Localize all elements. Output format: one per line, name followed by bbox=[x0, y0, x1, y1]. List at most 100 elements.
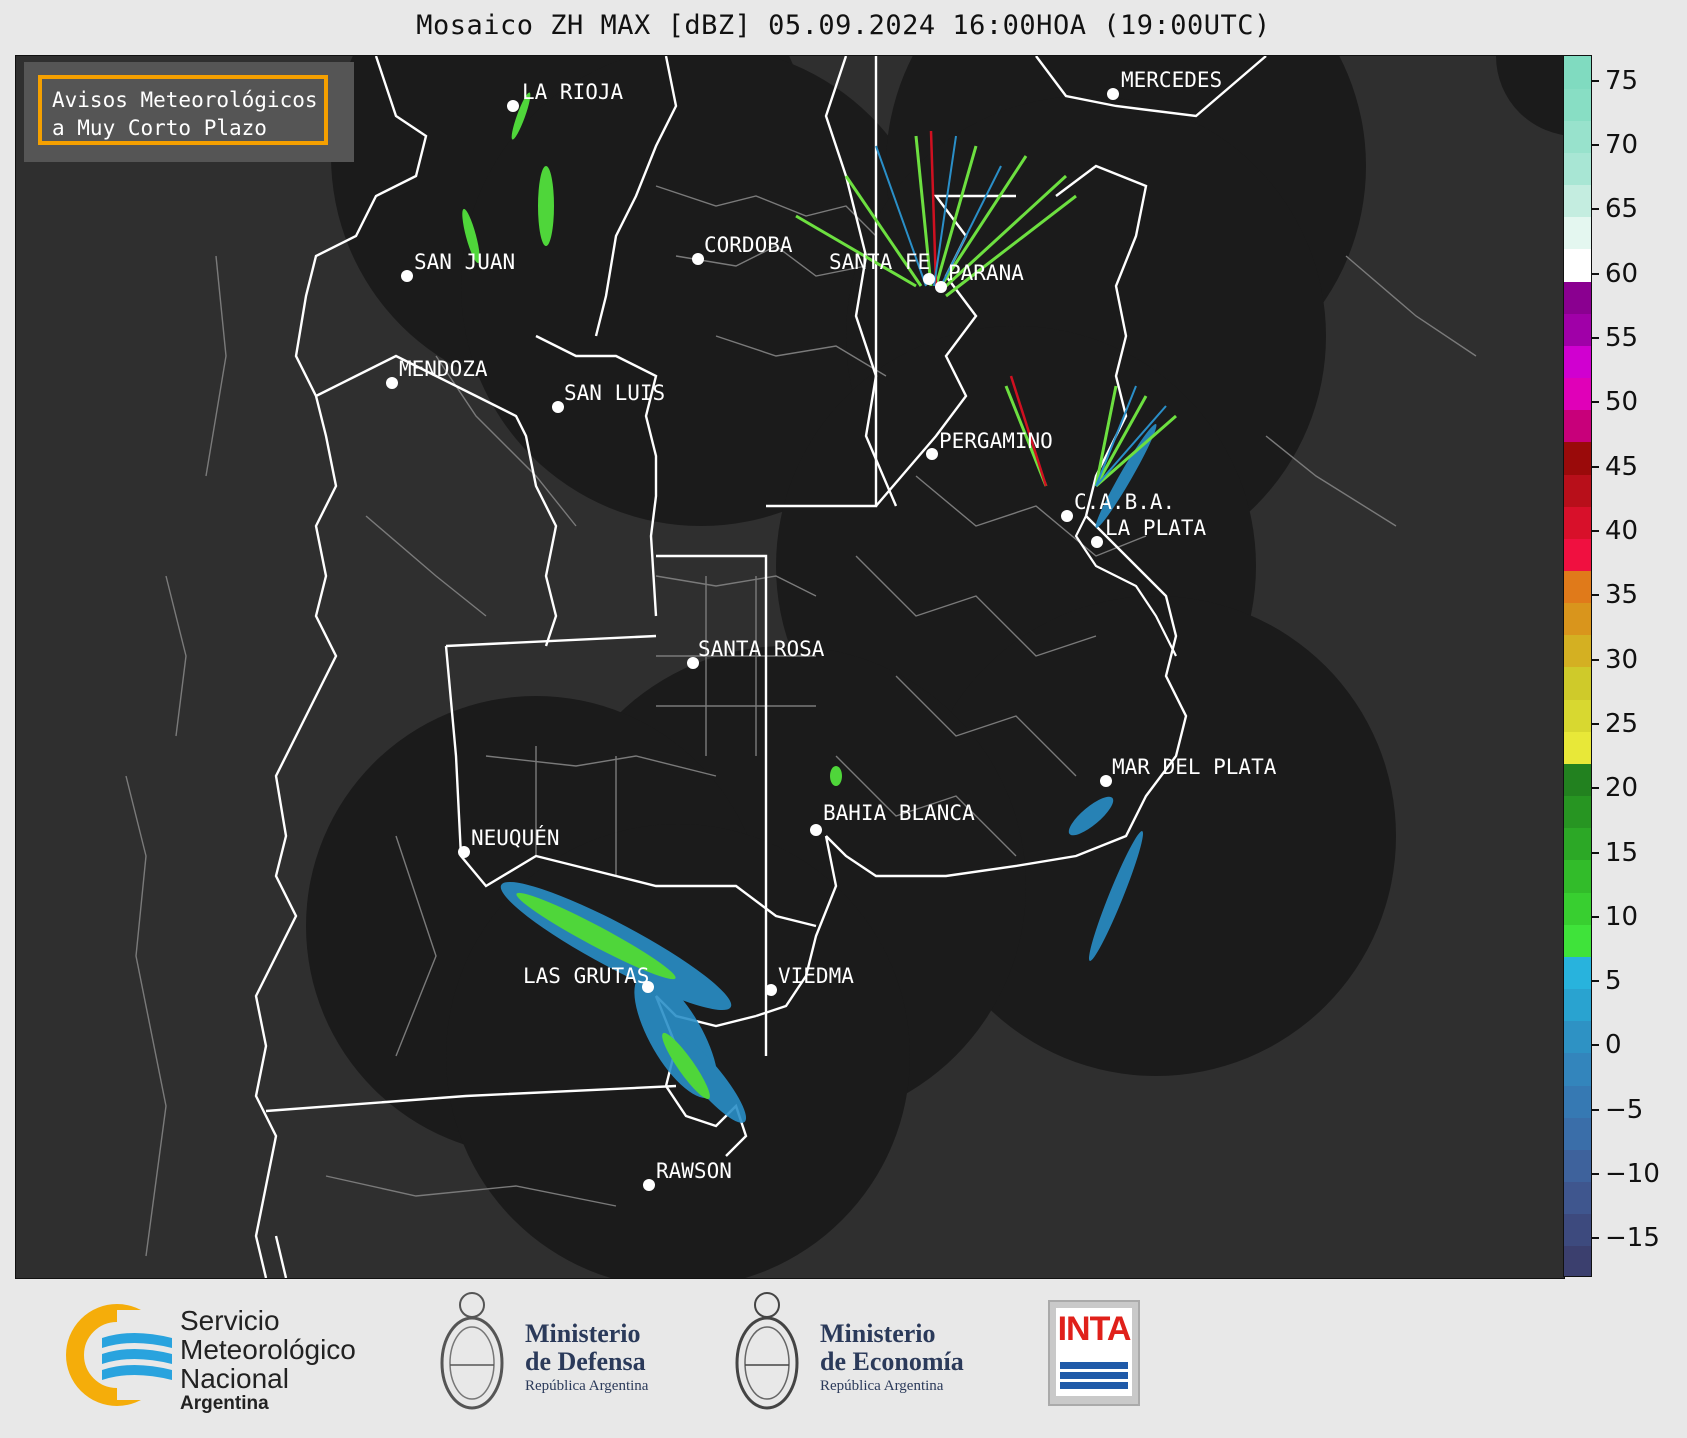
colorbar-segment bbox=[1564, 667, 1591, 700]
colorbar-segment bbox=[1564, 570, 1591, 604]
city-marker[interactable] bbox=[386, 377, 398, 389]
city-marker[interactable] bbox=[810, 824, 822, 836]
colorbar-tick-label: 10 bbox=[1605, 901, 1639, 932]
colorbar-tick bbox=[1592, 1044, 1599, 1047]
city-label: SAN LUIS bbox=[564, 381, 665, 405]
footer-logos: Servicio Meteorológico Nacional Argentin… bbox=[0, 1280, 1687, 1438]
colorbar-tick bbox=[1592, 336, 1599, 339]
notice-frame: Avisos Meteorológicos a Muy Corto Plazo bbox=[38, 75, 328, 145]
colorbar-tick bbox=[1592, 1237, 1599, 1240]
colorbar-segment bbox=[1564, 538, 1591, 572]
colorbar-segment bbox=[1564, 474, 1591, 507]
defensa-line-2: de Defensa bbox=[525, 1347, 646, 1376]
colorbar-tick-label: 60 bbox=[1605, 258, 1639, 289]
economia-line-2: de Economía bbox=[820, 1347, 964, 1376]
city-marker[interactable] bbox=[926, 448, 938, 460]
inta-text: INTA bbox=[1057, 1310, 1132, 1348]
colorbar-segment bbox=[1564, 345, 1591, 379]
colorbar-tick-label: 15 bbox=[1605, 837, 1639, 868]
colorbar-segment bbox=[1564, 120, 1591, 153]
smn-logo: Servicio Meteorológico Nacional Argentin… bbox=[62, 1300, 382, 1414]
city-label: LA PLATA bbox=[1105, 516, 1207, 540]
city-label: MAR DEL PLATA bbox=[1112, 755, 1277, 779]
colorbar-segment bbox=[1564, 184, 1591, 218]
colorbar-tick bbox=[1592, 144, 1599, 147]
colorbar-tick-label: 45 bbox=[1605, 451, 1639, 482]
colorbar-tick-label: 35 bbox=[1605, 580, 1639, 611]
city-label: VIEDMA bbox=[778, 964, 854, 988]
radar-map[interactable]: LA RIOJA MERCEDES CORDOBA SAN JUAN SANTA… bbox=[15, 55, 1565, 1279]
colorbar-tick-label: −5 bbox=[1605, 1094, 1644, 1125]
city-label: NEUQUÉN bbox=[471, 825, 560, 850]
map-canvas: LA RIOJA MERCEDES CORDOBA SAN JUAN SANTA… bbox=[125, 56, 1564, 1278]
colorbar-tick-label: 50 bbox=[1605, 387, 1639, 418]
city-label: RAWSON bbox=[656, 1159, 732, 1183]
colorbar-segment bbox=[1564, 1245, 1591, 1276]
defensa-logo: Ministerio de Defensa República Argentin… bbox=[435, 1285, 695, 1425]
city-label: SANTA ROSA bbox=[698, 637, 825, 661]
city-marker[interactable] bbox=[401, 270, 413, 282]
colorbar-tick bbox=[1592, 980, 1599, 983]
colorbar-tick bbox=[1592, 529, 1599, 532]
colorbar-tick-label: 55 bbox=[1605, 322, 1639, 353]
colorbar-tick bbox=[1592, 594, 1599, 597]
smn-line-2: Meteorológico bbox=[180, 1334, 356, 1365]
map-title: Mosaico ZH MAX [dBZ] 05.09.2024 16:00HOA… bbox=[416, 10, 1271, 41]
colorbar-segment bbox=[1564, 699, 1591, 732]
smn-line-1: Servicio bbox=[180, 1305, 280, 1336]
coat-of-arms-icon bbox=[735, 1292, 799, 1410]
colorbar-segment bbox=[1564, 956, 1591, 990]
city-label: MENDOZA bbox=[399, 357, 488, 381]
city-marker[interactable] bbox=[552, 401, 564, 413]
city-marker[interactable] bbox=[1091, 536, 1103, 548]
city-label: CORDOBA bbox=[704, 233, 793, 257]
city-label: PERGAMINO bbox=[939, 429, 1053, 453]
city-label: MERCEDES bbox=[1121, 68, 1222, 92]
colorbar-tick bbox=[1592, 851, 1599, 854]
colorbar-segment bbox=[1564, 152, 1591, 186]
colorbar-tick bbox=[1592, 1108, 1599, 1111]
city-label: LA RIOJA bbox=[522, 80, 624, 104]
city-marker[interactable] bbox=[935, 281, 947, 293]
colorbar-tick bbox=[1592, 401, 1599, 404]
colorbar-segment bbox=[1564, 56, 1591, 89]
colorbar-tick-label: 5 bbox=[1605, 966, 1622, 997]
colorbar-segment bbox=[1564, 763, 1591, 797]
colorbar-segment bbox=[1564, 248, 1591, 282]
city-marker[interactable] bbox=[923, 273, 935, 285]
economia-line-1: Ministerio bbox=[820, 1319, 936, 1348]
city-marker[interactable] bbox=[1100, 775, 1112, 787]
colorbar-segment bbox=[1564, 731, 1591, 764]
colorbar-tick-label: 75 bbox=[1605, 65, 1639, 96]
city-label: C.A.B.A. bbox=[1074, 490, 1175, 514]
colorbar-tick-label: −10 bbox=[1605, 1159, 1660, 1190]
colorbar-tick-label: 0 bbox=[1605, 1030, 1622, 1061]
city-marker[interactable] bbox=[1107, 88, 1119, 100]
city-label: PARANA bbox=[948, 261, 1024, 285]
colorbar-segment bbox=[1564, 1085, 1591, 1118]
city-marker[interactable] bbox=[765, 984, 777, 996]
city-label: BAHIA BLANCA bbox=[823, 801, 975, 825]
colorbar-tick-label: −15 bbox=[1605, 1223, 1660, 1254]
colorbar-segment bbox=[1564, 409, 1591, 443]
colorbar-segment bbox=[1564, 281, 1591, 314]
colorbar-tick bbox=[1592, 915, 1599, 918]
city-marker[interactable] bbox=[692, 253, 704, 265]
notice-line-1: Avisos Meteorológicos bbox=[52, 88, 318, 112]
colorbar-tick bbox=[1592, 465, 1599, 468]
city-marker[interactable] bbox=[1061, 510, 1073, 522]
inta-logo: INTA bbox=[1048, 1300, 1140, 1406]
defensa-line-3: República Argentina bbox=[525, 1378, 649, 1394]
city-marker[interactable] bbox=[643, 1179, 655, 1191]
notice-box: Avisos Meteorológicos a Muy Corto Plazo bbox=[24, 62, 354, 162]
colorbar-segment bbox=[1564, 1052, 1591, 1086]
smn-emblem-icon bbox=[66, 1304, 172, 1406]
city-marker[interactable] bbox=[507, 100, 519, 112]
colorbar-segment bbox=[1564, 1181, 1591, 1215]
city-marker[interactable] bbox=[458, 846, 470, 858]
colorbar-segment bbox=[1564, 924, 1591, 957]
colorbar-tick bbox=[1592, 787, 1599, 790]
colorbar-segment bbox=[1564, 506, 1591, 539]
colorbar-segment bbox=[1564, 377, 1591, 411]
colorbar-segment bbox=[1564, 988, 1591, 1022]
